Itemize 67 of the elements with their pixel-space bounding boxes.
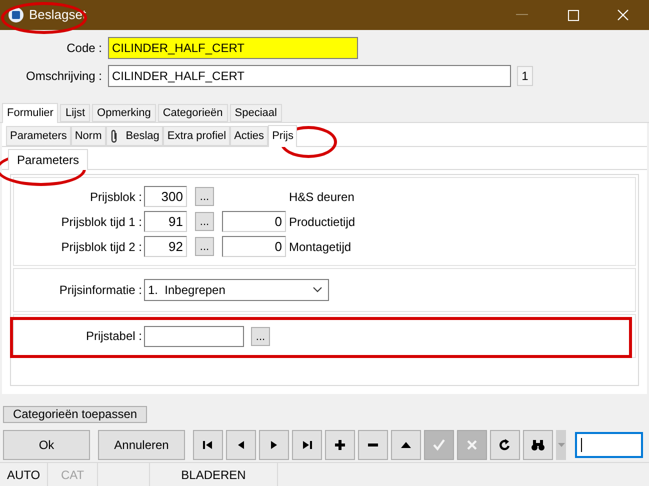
- status-panel: BLADEREN: [150, 463, 278, 486]
- toolbar-button[interactable]: [292, 430, 322, 460]
- refresh-icon: [498, 438, 512, 452]
- input-field[interactable]: [575, 432, 643, 458]
- field-label: Code :: [66, 40, 103, 57]
- tab[interactable]: Prijs: [268, 125, 298, 147]
- tab[interactable]: Lijst: [60, 104, 90, 122]
- browse-button[interactable]: ...: [195, 237, 214, 256]
- number-field[interactable]: 92: [144, 236, 187, 257]
- binoculars-icon: [531, 438, 545, 452]
- tab[interactable]: Formulier: [2, 103, 58, 123]
- toolbar-button[interactable]: [193, 430, 223, 460]
- checkmark-icon: [432, 438, 446, 452]
- tab[interactable]: Speciaal: [230, 104, 282, 122]
- toolbar-button[interactable]: [490, 430, 520, 460]
- text-field[interactable]: CILINDER_HALF_CERT: [108, 65, 511, 87]
- plus-icon: [333, 438, 347, 452]
- paperclip-icon: [110, 129, 118, 143]
- count-badge: 1: [517, 66, 533, 86]
- window-title: Beslagset: [29, 6, 86, 24]
- tab[interactable]: Beslag: [106, 126, 164, 146]
- cancel-button[interactable]: Annuleren: [98, 430, 185, 460]
- tab[interactable]: Norm: [70, 126, 106, 146]
- field-label: Prijsblok :: [88, 188, 143, 206]
- field-note: H&S deuren: [289, 188, 354, 206]
- text-field[interactable]: CILINDER_HALF_CERT: [108, 37, 358, 59]
- text-field[interactable]: [144, 326, 244, 346]
- field-label: Prijsblok tijd 2 :: [60, 238, 143, 256]
- browse-button[interactable]: ...: [251, 326, 270, 346]
- toolbar-button[interactable]: [523, 430, 553, 460]
- minimize-icon[interactable]: [516, 14, 528, 16]
- ok-button[interactable]: Ok: [3, 430, 90, 460]
- number-field[interactable]: 300: [144, 186, 187, 207]
- last-record-icon: [300, 438, 314, 452]
- tab[interactable]: Acties: [230, 126, 268, 146]
- status-panel: CAT: [48, 463, 98, 486]
- field-label: Omschrijving :: [24, 68, 103, 85]
- tab[interactable]: Parameters: [6, 126, 71, 146]
- toolbar-button[interactable]: [325, 430, 355, 460]
- field-label: Prijsinformatie :: [58, 282, 143, 299]
- number-field[interactable]: 91: [144, 211, 187, 232]
- field-note: Productietijd: [289, 214, 356, 230]
- browse-button[interactable]: ...: [195, 212, 214, 231]
- toolbar-button[interactable]: [259, 430, 289, 460]
- caret-icon: [558, 443, 564, 447]
- toolbar-button[interactable]: [358, 430, 388, 460]
- apply-categories-button[interactable]: Categorieën toepassen: [3, 406, 147, 422]
- field-label: Prijstabel :: [84, 328, 143, 345]
- first-record-icon: [201, 438, 215, 452]
- time-field[interactable]: 0: [222, 211, 286, 232]
- toolbar-button[interactable]: [391, 430, 421, 460]
- tab[interactable]: Opmerking: [92, 104, 156, 122]
- tab[interactable]: Extra profiel: [163, 126, 230, 146]
- app-icon: [8, 7, 24, 23]
- chevron-down-icon: [313, 287, 322, 293]
- status-panel: AUTO: [0, 463, 48, 486]
- time-field[interactable]: 0: [222, 236, 286, 257]
- cross-icon: [465, 438, 479, 452]
- toolbar-button[interactable]: [226, 430, 256, 460]
- dropdown[interactable]: 1. Inbegrepen: [144, 279, 329, 301]
- tab[interactable]: Parameters: [8, 149, 88, 170]
- field-label: Prijsblok tijd 1 :: [60, 214, 143, 230]
- browse-button[interactable]: ...: [195, 187, 214, 206]
- maximize-icon[interactable]: [568, 10, 579, 20]
- close-icon[interactable]: [617, 9, 629, 21]
- field-note: Montagetijd: [289, 238, 352, 256]
- tab[interactable]: Categorieën: [158, 104, 228, 122]
